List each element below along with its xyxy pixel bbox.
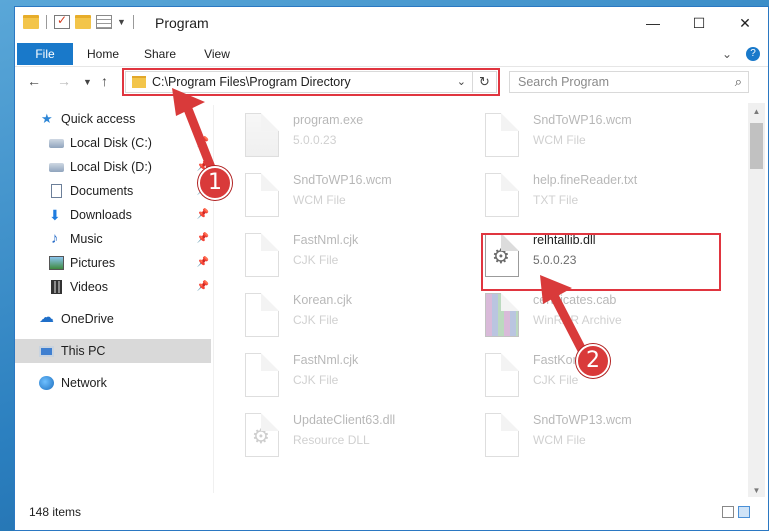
arrow-to-address-bar bbox=[172, 88, 217, 175]
annotation-arrows bbox=[172, 88, 587, 355]
step-1-badge: 1 bbox=[198, 166, 232, 200]
arrow-to-dll-file bbox=[540, 275, 587, 355]
step-2-badge: 2 bbox=[576, 344, 610, 378]
